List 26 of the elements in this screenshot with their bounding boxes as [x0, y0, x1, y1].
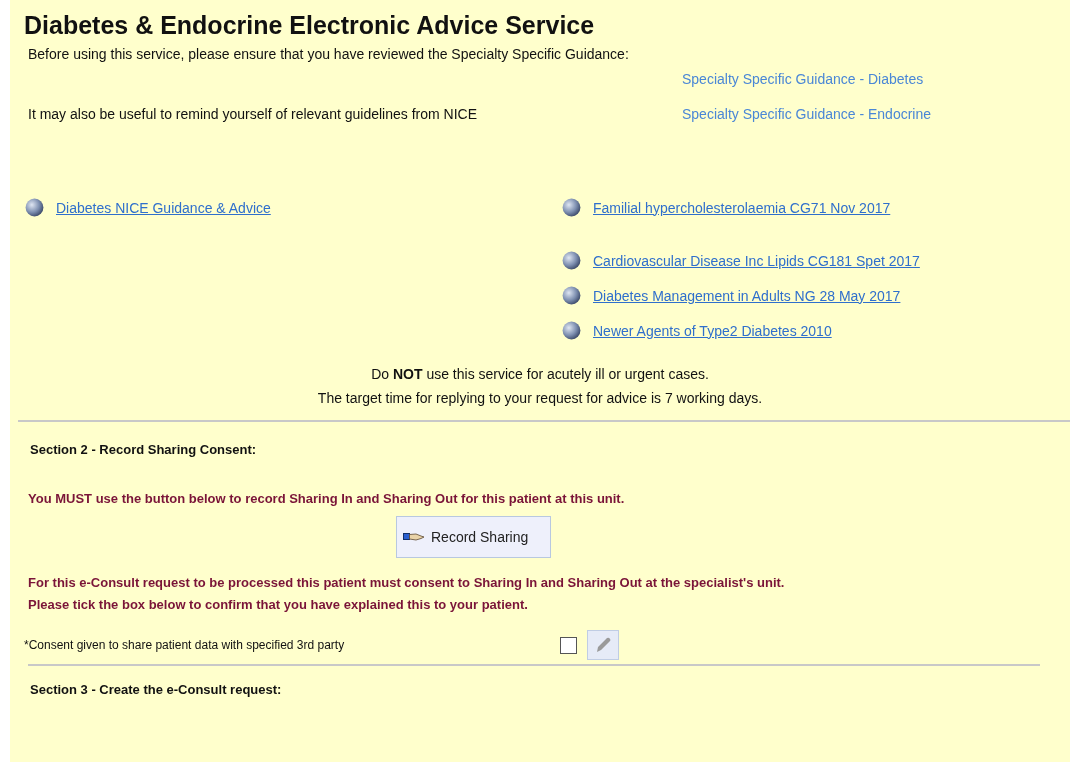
- notice-text: Do NOT use this service for acutely ill or urgent cases.: [370, 365, 710, 384]
- consent-label: *Consent given to share patient data with specified 3rd party: [24, 638, 346, 652]
- globe-icon: [562, 198, 581, 217]
- record-sharing-button[interactable]: Record Sharing: [396, 516, 552, 558]
- guidance-link[interactable]: Specialty Specific Guidance - Endocrine: [682, 105, 932, 124]
- guidance-link[interactable]: Specialty Specific Guidance - Diabetes: [682, 70, 932, 89]
- nice-link[interactable]: Familial hypercholesterolaemia CG71 Nov 2017: [593, 199, 891, 216]
- reminder-text: It may also be useful to remind yourself of relevant guidelines from NICE: [28, 105, 477, 124]
- nice-link[interactable]: Diabetes NICE Guidance & Advice: [56, 199, 271, 216]
- intro-text: Before using this service, please ensure that you have reviewed the Specialty Specific Guidance:: [28, 46, 630, 62]
- warning-text: You MUST use the button below to record Sharing In and Sharing Out for this patient at this unit.: [28, 491, 626, 506]
- nice-link[interactable]: Newer Agents of Type2 Diabetes 2010: [593, 322, 832, 339]
- nice-link[interactable]: Cardiovascular Disease Inc Lipids CG181 Spet 2017: [593, 252, 920, 269]
- consent-checkbox[interactable]: [560, 636, 577, 654]
- nice-link[interactable]: Diabetes Management in Adults NG 28 May 2017: [593, 287, 901, 304]
- section-heading: Section 2 - Record Sharing Consent:: [30, 442, 258, 457]
- globe-icon: [562, 321, 581, 340]
- explanation-text: Please tick the box below to confirm that you have explained this to your patient.: [28, 596, 529, 614]
- globe-icon: [25, 198, 44, 217]
- globe-icon: [562, 251, 581, 270]
- explanation-text: For this e-Consult request to be processed this patient must consent to Sharing In and Sharing Out at the specialist's unit.: [28, 574, 786, 592]
- section-heading: Section 3 - Create the e-Consult request:: [30, 682, 283, 697]
- page-title: Diabetes & Endocrine Electronic Advice Service: [24, 10, 596, 40]
- pointing-hand-icon: [403, 531, 425, 543]
- globe-icon: [562, 286, 581, 305]
- notice-text: The target time for replying to your request for advice is 7 working days.: [316, 389, 764, 408]
